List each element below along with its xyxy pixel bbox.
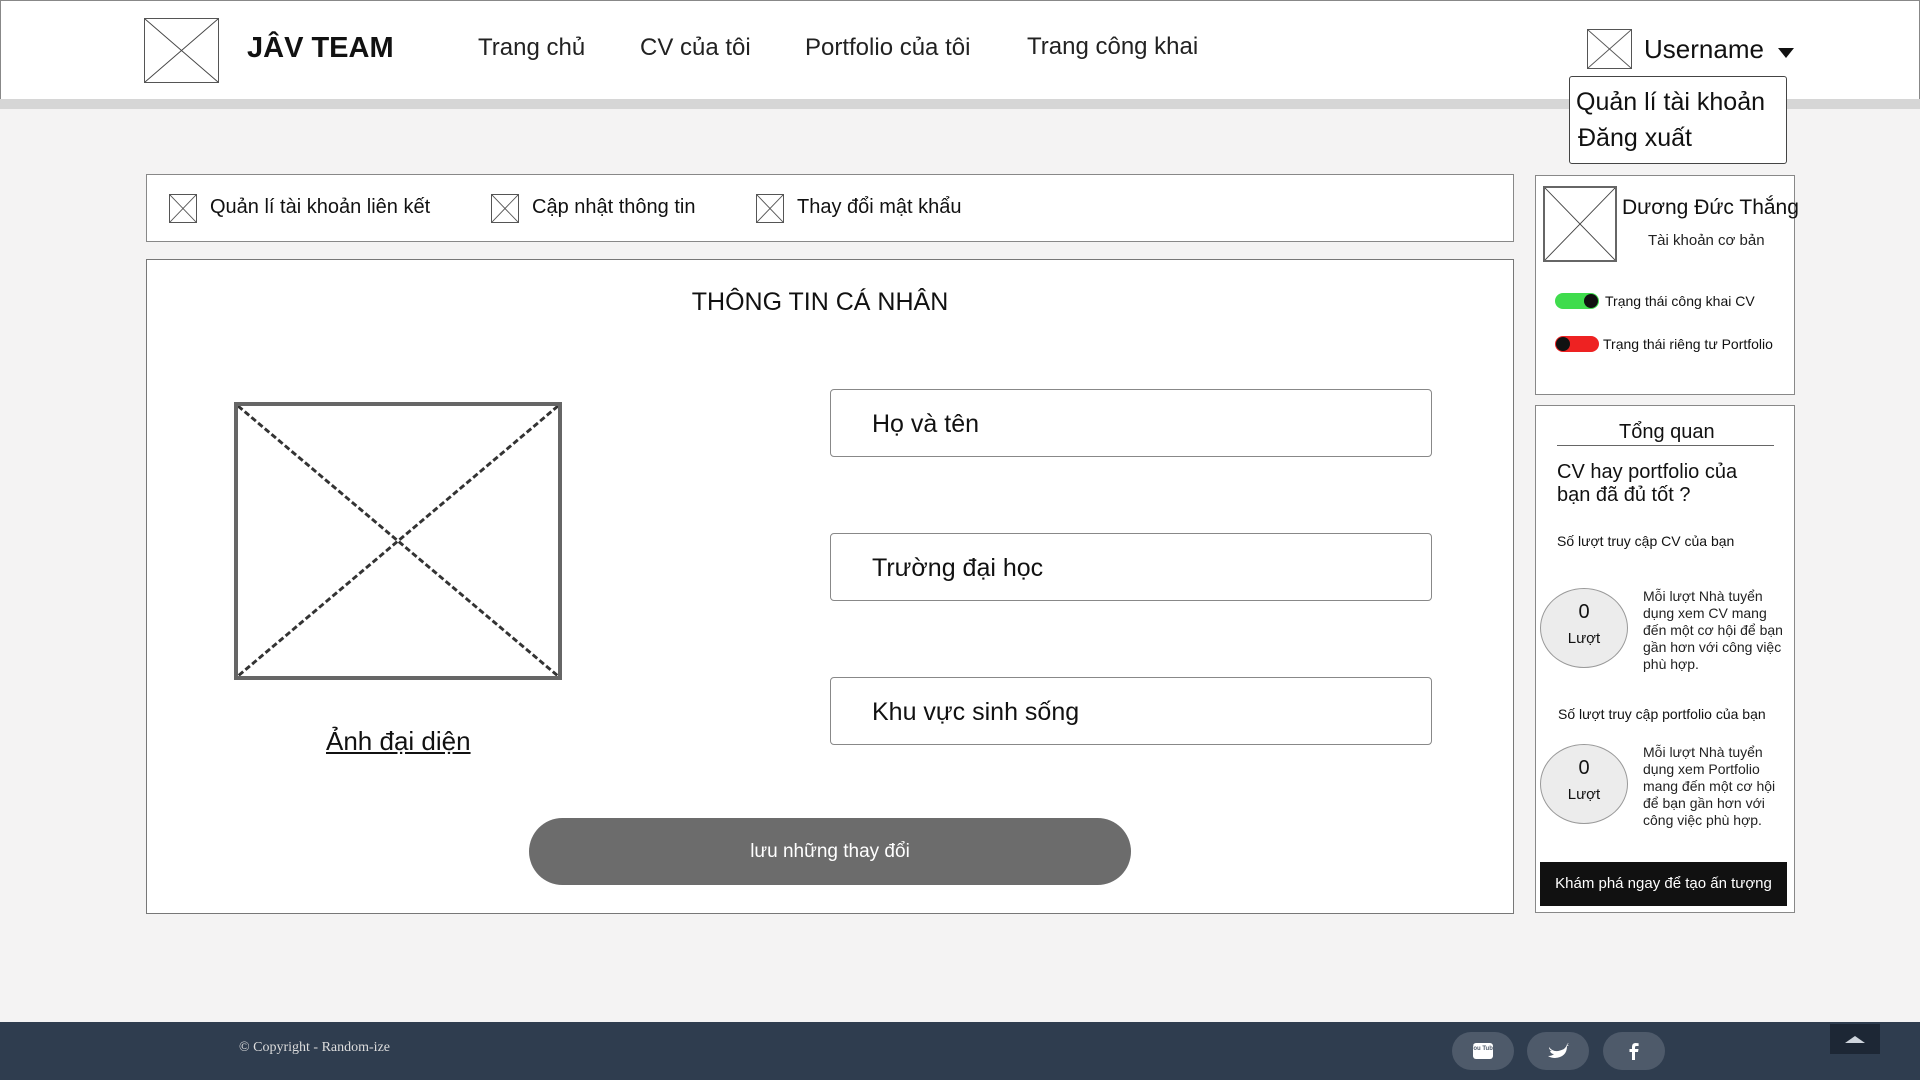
portfolio-private-toggle-label: Trạng thái riêng tư Portfolio: [1603, 336, 1773, 352]
update-info-icon: [491, 194, 519, 223]
nav-my-cv[interactable]: CV của tôi: [640, 34, 751, 62]
university-field[interactable]: Trường đại học: [830, 533, 1432, 601]
arrow-up-icon: [1845, 1036, 1865, 1043]
overview-divider: [1557, 445, 1774, 446]
username-label[interactable]: Username: [1644, 34, 1764, 65]
logo-image-placeholder[interactable]: [144, 18, 219, 83]
overview-question: CV hay portfolio của bạn đã đủ tốt ?: [1557, 461, 1738, 506]
nav-public-page[interactable]: Trang công khai: [1027, 33, 1198, 61]
chevron-down-icon[interactable]: [1778, 48, 1794, 58]
cv-views-count: 0: [1578, 601, 1590, 623]
explore-cta-button[interactable]: Khám phá ngay để tạo ấn tượng: [1540, 862, 1787, 906]
overview-title: Tổng quan: [1619, 421, 1715, 443]
cv-public-toggle[interactable]: [1555, 293, 1599, 309]
youtube-icon[interactable]: You Tube: [1452, 1032, 1514, 1070]
avatar-upload-link[interactable]: Ảnh đại diện: [326, 726, 471, 757]
brand-name[interactable]: JÂV TEAM: [247, 32, 394, 65]
scroll-to-top-button[interactable]: [1830, 1024, 1880, 1054]
full-name-placeholder: Họ và tên: [872, 410, 980, 438]
toggle-knob: [1584, 294, 1598, 308]
tab-change-password[interactable]: Thay đổi mật khẩu: [797, 196, 962, 219]
cv-views-unit: Lượt: [1567, 630, 1601, 647]
portfolio-views-counter: 0 Lượt: [1540, 744, 1628, 824]
user-avatar-placeholder[interactable]: [1587, 29, 1632, 69]
menu-item-account-management[interactable]: Quản lí tài khoản: [1576, 88, 1765, 117]
university-placeholder: Trường đại học: [872, 554, 1044, 582]
youtube-logo-text: You Tube: [1470, 1046, 1497, 1052]
avatar-image-placeholder[interactable]: [234, 402, 562, 680]
twitter-icon[interactable]: [1527, 1032, 1589, 1070]
nav-home[interactable]: Trang chủ: [478, 34, 585, 62]
portfolio-views-count: 0: [1578, 757, 1590, 779]
save-changes-button[interactable]: lưu những thay đổi: [529, 818, 1131, 885]
tab-linked-accounts[interactable]: Quản lí tài khoản liên kết: [210, 196, 430, 219]
portfolio-views-unit: Lượt: [1567, 786, 1601, 803]
cv-views-description: Mỗi lượt Nhà tuyển dụng xem CV mang đến …: [1643, 588, 1783, 672]
full-name-field[interactable]: Họ và tên: [830, 389, 1432, 457]
portfolio-views-label: Số lượt truy cập portfolio của bạn: [1558, 706, 1766, 722]
cv-views-label: Số lượt truy cập CV của bạn: [1557, 533, 1735, 549]
copyright-text: © Copyright - Random-ize: [239, 1040, 390, 1055]
cv-public-toggle-label: Trạng thái công khai CV: [1605, 293, 1755, 309]
toggle-knob: [1556, 337, 1570, 351]
location-field[interactable]: Khu vực sinh sống: [830, 677, 1432, 745]
linked-accounts-icon: [169, 194, 197, 223]
facebook-icon[interactable]: [1603, 1032, 1665, 1070]
profile-avatar-placeholder[interactable]: [1543, 186, 1617, 262]
tab-update-info[interactable]: Cập nhật thông tin: [532, 196, 695, 219]
change-password-icon: [756, 194, 784, 223]
menu-item-logout[interactable]: Đăng xuất: [1578, 124, 1692, 153]
page-title: THÔNG TIN CÁ NHÂN: [691, 288, 949, 316]
location-placeholder: Khu vực sinh sống: [872, 698, 1080, 726]
user-dropdown-menu: Quản lí tài khoản Đăng xuất: [1569, 76, 1787, 164]
portfolio-private-toggle[interactable]: [1555, 336, 1599, 352]
portfolio-views-description: Mỗi lượt Nhà tuyển dụng xem Portfolio ma…: [1643, 744, 1776, 828]
account-type: Tài khoản cơ bản: [1648, 232, 1765, 249]
nav-my-portfolio[interactable]: Portfolio của tôi: [805, 34, 970, 62]
cv-views-counter: 0 Lượt: [1540, 588, 1628, 668]
profile-name: Dương Đức Thắng: [1622, 196, 1799, 219]
